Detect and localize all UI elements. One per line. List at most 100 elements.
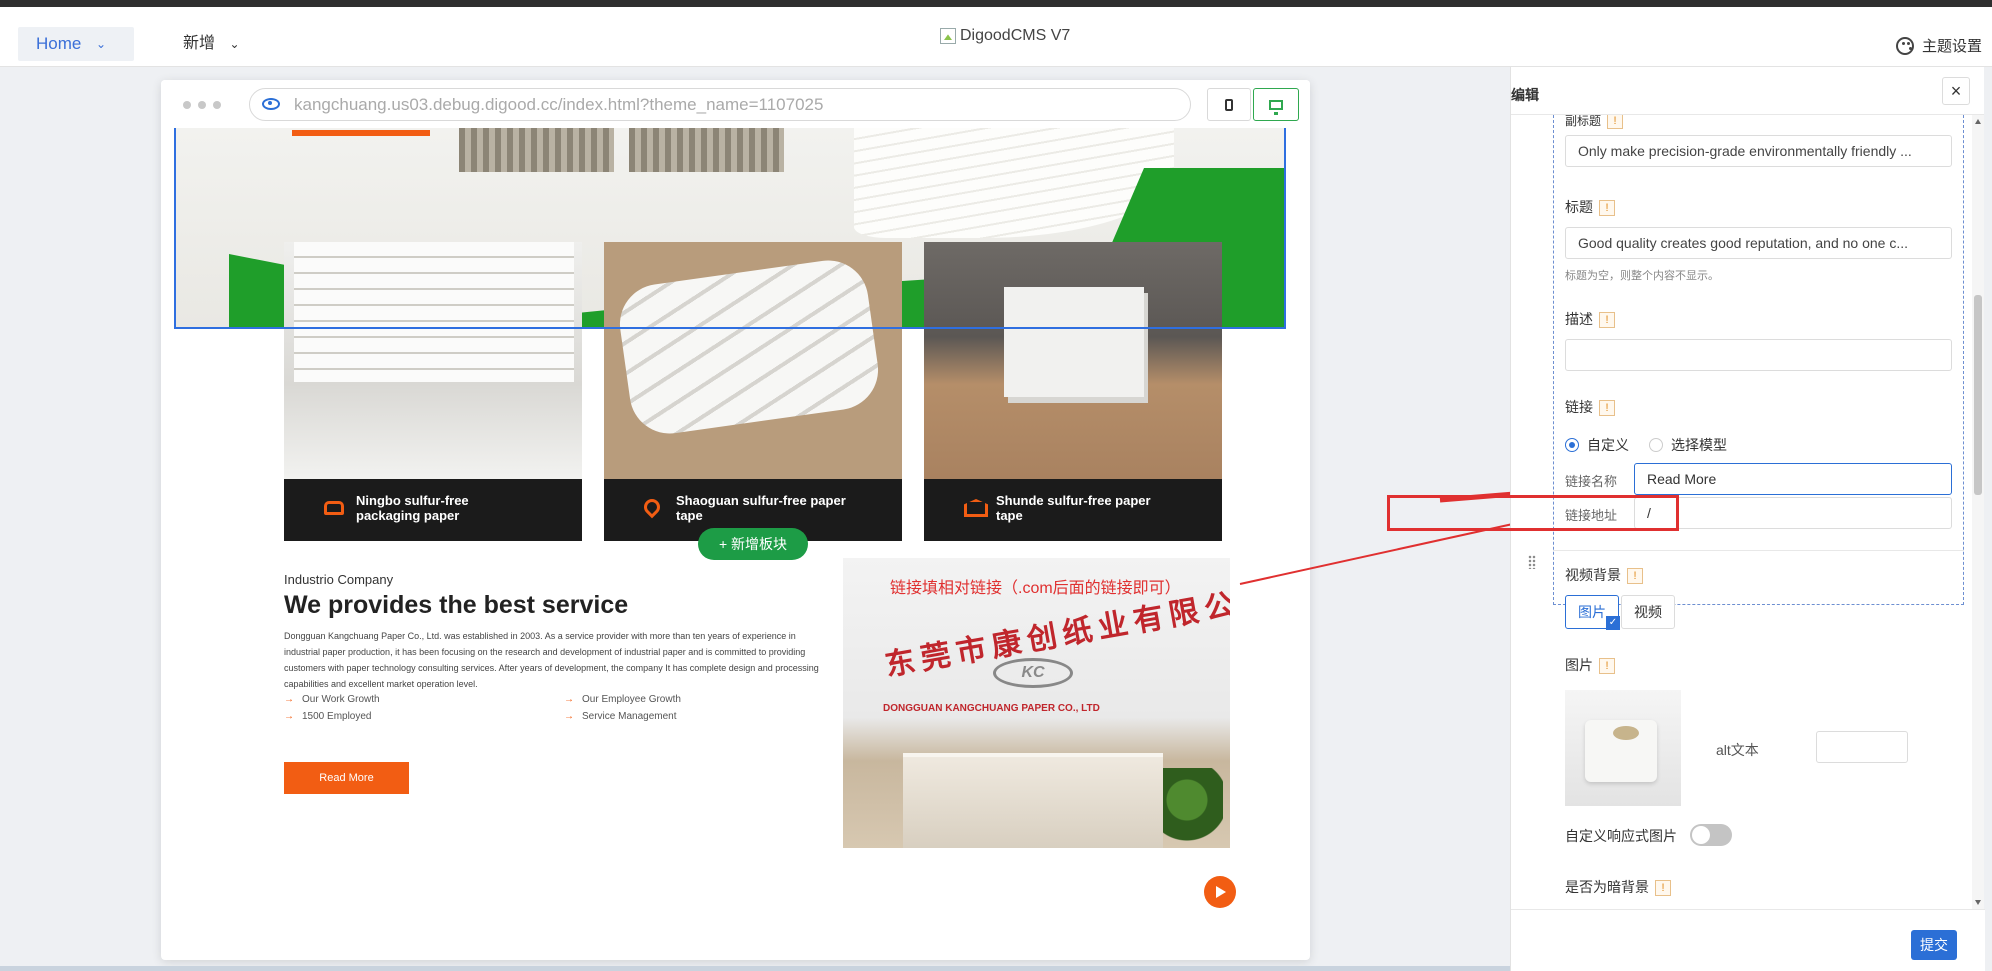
panel-header: 编辑 ×	[1511, 67, 1984, 115]
image-label: 图片!	[1565, 655, 1615, 675]
panel-scrollbar[interactable]	[1972, 115, 1984, 909]
image-toggle-button[interactable]: 图片 ✓	[1565, 595, 1620, 630]
about-title: We provides the best service	[284, 591, 629, 619]
preview-page: Ningbo sulfur-free packaging paper Shaog…	[161, 128, 1310, 960]
radio-custom[interactable]: 自定义	[1565, 435, 1629, 455]
radio-dot	[1649, 438, 1663, 452]
logo[interactable]: DigoodCMS V7	[940, 27, 1070, 45]
product-card[interactable]: Ningbo sulfur-free packaging paper	[284, 242, 582, 541]
info-icon: !	[1599, 312, 1615, 328]
company-logo: KC	[993, 658, 1073, 688]
radio-dot	[1565, 438, 1579, 452]
location-pin-icon	[640, 495, 664, 519]
top-bar: Home ⌄ 新增 ⌄ DigoodCMS V7 主题设置	[0, 7, 1992, 67]
edit-panel: 编辑 × 副标题! Only make precision-grade envi…	[1510, 67, 1985, 971]
product-card[interactable]: Shunde sulfur-free paper tape	[924, 242, 1222, 541]
arrow-right-icon: →	[564, 694, 574, 705]
alt-text-label: alt文本	[1716, 742, 1759, 758]
submit-button[interactable]: 提交	[1911, 930, 1957, 960]
link-name-input[interactable]: Read More	[1634, 463, 1952, 495]
close-button[interactable]: ×	[1942, 77, 1970, 105]
video-toggle-button[interactable]: 视频	[1621, 595, 1675, 629]
info-icon: !	[1627, 568, 1643, 584]
hero-thumb-image	[629, 128, 784, 172]
caption-line: tape	[676, 508, 703, 523]
product-card[interactable]: Shaoguan sulfur-free paper tape	[604, 242, 902, 541]
product-image	[604, 242, 902, 479]
url-text: kangchuang.us03.debug.digood.cc/index.ht…	[294, 95, 824, 114]
product-image	[924, 242, 1222, 479]
logo-alt-text: DigoodCMS V7	[960, 27, 1071, 44]
feature-item: → Our Work Growth	[284, 694, 380, 705]
panel-scroll-area[interactable]: 副标题! Only make precision-grade environme…	[1511, 115, 1985, 909]
description-label: 描述!	[1565, 309, 1615, 329]
panel-title: 编辑	[1511, 87, 1539, 103]
subtitle-input[interactable]: Only make precision-grade environmentall…	[1565, 135, 1952, 167]
check-icon: ✓	[1606, 616, 1620, 630]
theme-settings-button[interactable]: 主题设置	[1895, 35, 1982, 56]
arrow-right-icon: →	[284, 694, 294, 705]
link-url-label: 链接地址	[1565, 508, 1618, 523]
read-more-button[interactable]: Read More	[284, 762, 409, 794]
add-block-button[interactable]: + 新增板块	[698, 528, 808, 560]
responsive-image-toggle[interactable]	[1690, 824, 1732, 846]
title-label: 标题!	[1565, 197, 1615, 217]
about-subtitle: Industrio Company	[284, 572, 394, 587]
hero-accent-bar	[292, 130, 430, 136]
add-menu-label: 新增	[183, 35, 216, 52]
mobile-view-button[interactable]	[1207, 88, 1251, 121]
arrow-right-icon: →	[284, 711, 294, 722]
company-english-name: DONGGUAN KANGCHUANG PAPER CO., LTD	[883, 703, 1100, 714]
caption-line: packaging paper	[356, 508, 460, 523]
product-image	[284, 242, 582, 479]
url-bar[interactable]: kangchuang.us03.debug.digood.cc/index.ht…	[249, 88, 1191, 121]
hero-thumb-image	[459, 128, 614, 172]
product-caption: Shunde sulfur-free paper tape	[924, 479, 1222, 541]
window-dots	[183, 101, 221, 109]
info-icon: !	[1599, 200, 1615, 216]
top-strip	[0, 0, 1992, 7]
info-icon: !	[1599, 400, 1615, 416]
scrollbar-thumb[interactable]	[1974, 295, 1982, 495]
responsive-image-label: 自定义响应式图片	[1565, 828, 1677, 844]
caption-line: Shaoguan sulfur-free paper	[676, 493, 846, 508]
desktop-view-button[interactable]	[1253, 88, 1299, 121]
link-name-label: 链接名称	[1565, 474, 1618, 489]
title-input[interactable]: Good quality creates good reputation, an…	[1565, 227, 1952, 259]
info-icon: !	[1607, 115, 1624, 129]
radio-select-model[interactable]: 选择模型	[1649, 435, 1727, 455]
drag-handle-icon[interactable]	[1528, 555, 1536, 569]
browser-toolbar: kangchuang.us03.debug.digood.cc/index.ht…	[161, 80, 1310, 128]
alt-text-input[interactable]	[1816, 731, 1908, 763]
info-icon: !	[1655, 880, 1671, 896]
annotation-text: 链接填相对链接（.com后面的链接即可）	[890, 580, 1181, 597]
product-caption: Ningbo sulfur-free packaging paper	[284, 479, 582, 541]
feature-item: → 1500 Employed	[284, 711, 372, 722]
reception-desk	[903, 753, 1163, 848]
title-hint: 标题为空，则整个内容不显示。	[1565, 270, 1719, 282]
chevron-down-icon: ⌄	[229, 37, 240, 51]
image-preview[interactable]	[1565, 690, 1681, 806]
scroll-up-icon[interactable]	[1975, 119, 1981, 124]
theme-settings-label: 主题设置	[1921, 38, 1982, 55]
link-url-input[interactable]: /	[1634, 497, 1952, 529]
dark-background-label: 是否为暗背景!	[1565, 877, 1671, 897]
scroll-down-icon[interactable]	[1975, 900, 1981, 905]
feature-item: → Our Employee Growth	[564, 694, 681, 705]
description-input[interactable]	[1565, 339, 1952, 371]
info-icon: !	[1599, 658, 1615, 674]
play-icon[interactable]	[1204, 876, 1236, 908]
home-menu-label: Home	[36, 34, 82, 53]
bottom-strip	[0, 966, 1510, 971]
add-menu[interactable]: 新增 ⌄	[183, 27, 240, 61]
caption-line: Ningbo sulfur-free	[356, 493, 469, 508]
desktop-icon	[1269, 99, 1283, 115]
link-label: 链接!	[1565, 397, 1615, 417]
home-menu[interactable]: Home ⌄	[18, 27, 134, 61]
eye-icon[interactable]	[262, 98, 280, 110]
building-icon	[964, 499, 988, 517]
plant	[1163, 768, 1223, 848]
office-photo: 东莞市康创纸业有限公司 KC DONGGUAN KANGCHUANG PAPER…	[843, 558, 1230, 848]
car-icon	[324, 501, 344, 515]
caption-line: Shunde sulfur-free paper	[996, 493, 1151, 508]
